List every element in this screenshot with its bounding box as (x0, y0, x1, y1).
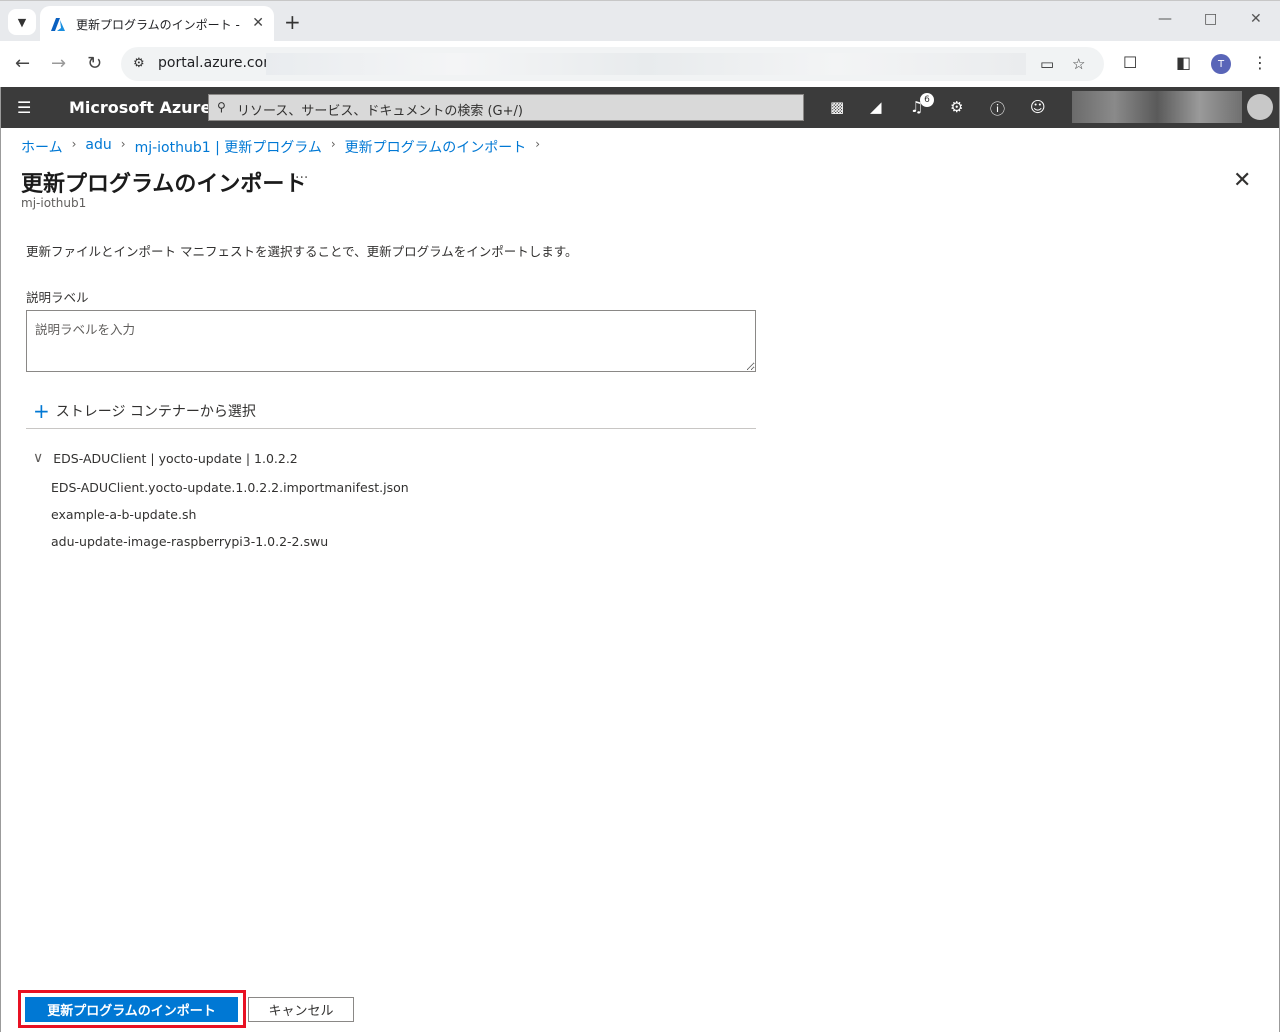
browser-tab[interactable]: 更新プログラムのインポート - Micros ✕ (40, 6, 274, 42)
minimize-icon[interactable]: — (1158, 11, 1172, 27)
window-close-icon[interactable]: ✕ (1250, 11, 1262, 27)
breadcrumb-adu[interactable]: adu (85, 137, 111, 157)
url-text: portal.azure.com (158, 55, 277, 71)
close-tab-icon[interactable]: ✕ (252, 15, 264, 31)
install-app-icon[interactable]: ▭ (1040, 55, 1054, 73)
notification-badge: 6 (920, 93, 934, 107)
breadcrumb-import-update[interactable]: 更新プログラムのインポート (345, 137, 527, 157)
search-icon: ⚲ (217, 100, 226, 114)
more-options-icon[interactable]: ··· (295, 170, 308, 186)
settings-gear-icon[interactable]: ⚙ (950, 98, 963, 116)
extensions-icon[interactable]: ☐ (1123, 53, 1137, 72)
breadcrumb: ホーム › adu › mj-iothub1 | 更新プログラム › 更新プログ… (21, 137, 549, 157)
account-avatar[interactable] (1247, 94, 1273, 120)
cloud-shell-icon[interactable]: ▩ (830, 98, 844, 116)
tree-file-item: adu-update-image-raspberrypi3-1.0.2-2.sw… (51, 534, 329, 549)
description-label-input[interactable] (26, 310, 756, 372)
page-subtitle: mj-iothub1 (21, 196, 87, 210)
chevron-right-icon: › (535, 137, 541, 151)
cancel-button[interactable]: キャンセル (248, 997, 354, 1022)
breadcrumb-iothub-updates[interactable]: mj-iothub1 | 更新プログラム (135, 137, 322, 157)
azure-topbar: ☰ Microsoft Azure ⚲ リソース、サービス、ドキュメントの検索 … (0, 87, 1280, 128)
new-tab-icon[interactable]: + (284, 10, 301, 34)
tree-file-item: example-a-b-update.sh (51, 507, 197, 522)
hamburger-menu-icon[interactable]: ☰ (17, 98, 31, 117)
back-icon[interactable]: ← (15, 53, 30, 74)
tab-search-button[interactable]: ▼ (8, 9, 36, 35)
browser-tabstrip: ▼ 更新プログラムのインポート - Micros ✕ + — □ ✕ (0, 0, 1280, 42)
page-title: 更新プログラムのインポート (21, 172, 307, 197)
description-label-heading: 説明ラベル (26, 290, 89, 305)
forward-icon[interactable]: → (51, 53, 66, 74)
chevron-right-icon: › (71, 137, 77, 151)
azure-logo-icon (50, 16, 66, 32)
search-placeholder: リソース、サービス、ドキュメントの検索 (G+/) (237, 104, 523, 119)
chevron-down-icon: ▼ (17, 15, 27, 29)
chevron-right-icon: › (330, 137, 336, 151)
breadcrumb-home[interactable]: ホーム (21, 137, 63, 157)
help-icon[interactable]: ⓘ (990, 98, 1005, 119)
azure-brand[interactable]: Microsoft Azure (69, 98, 211, 117)
plus-icon: + (33, 399, 50, 423)
account-info-redacted[interactable] (1072, 91, 1242, 123)
reload-icon[interactable]: ↻ (87, 53, 102, 74)
chevron-down-icon[interactable]: ∨ (33, 450, 43, 466)
bookmark-star-icon[interactable]: ☆ (1072, 55, 1085, 73)
tree-file-item: EDS-ADUClient.yocto-update.1.0.2.2.impor… (51, 480, 409, 495)
maximize-icon[interactable]: □ (1204, 11, 1217, 27)
divider (26, 428, 756, 429)
window-border-left (0, 87, 1, 1032)
import-update-button[interactable]: 更新プログラムのインポート (25, 997, 238, 1022)
browser-menu-icon[interactable]: ⋮ (1252, 53, 1268, 72)
browser-toolbar: ← → ↻ ⚙ portal.azure.com ▭ ☆ ☐ ◧ T ⋮ (0, 41, 1280, 87)
side-panel-icon[interactable]: ◧ (1176, 53, 1191, 72)
global-search-input[interactable]: ⚲ リソース、サービス、ドキュメントの検索 (G+/) (208, 94, 804, 121)
update-tree-header[interactable]: ∨ EDS-ADUClient | yocto-update | 1.0.2.2 (33, 450, 298, 466)
tab-title: 更新プログラムのインポート - Micros (76, 17, 244, 32)
close-blade-icon[interactable]: ✕ (1233, 168, 1251, 193)
update-tree-title: EDS-ADUClient | yocto-update | 1.0.2.2 (53, 450, 298, 466)
url-redacted (266, 53, 1026, 75)
page-description: 更新ファイルとインポート マニフェストを選択することで、更新プログラムをインポー… (26, 244, 578, 259)
site-info-icon[interactable]: ⚙ (133, 56, 145, 71)
directory-filter-icon[interactable]: ◢ (870, 98, 882, 116)
address-bar[interactable]: ⚙ portal.azure.com ▭ ☆ (121, 47, 1104, 81)
select-from-storage-label: ストレージ コンテナーから選択 (55, 404, 256, 420)
feedback-icon[interactable]: ☺ (1030, 98, 1046, 116)
chevron-right-icon: › (120, 137, 126, 151)
select-from-storage-button[interactable]: + ストレージ コンテナーから選択 (33, 401, 256, 421)
profile-avatar[interactable]: T (1211, 54, 1231, 74)
